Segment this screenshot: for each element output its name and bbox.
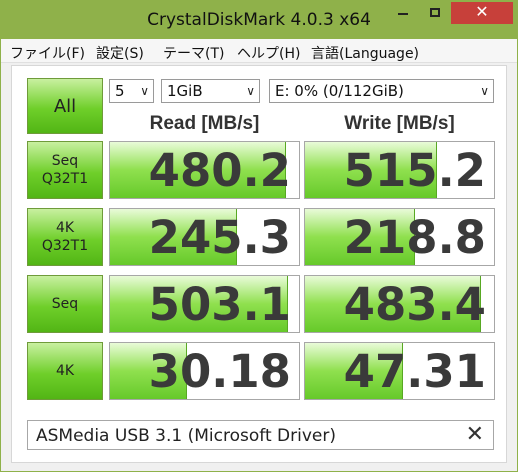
menu-language[interactable]: 言語(Language)	[311, 43, 419, 63]
all-button[interactable]: All	[27, 78, 103, 134]
minimize-button[interactable]	[389, 2, 417, 24]
write-value: 47.31	[343, 345, 486, 398]
4k-q32t1-button[interactable]: 4K Q32T1	[27, 208, 103, 266]
row-label-line1: 4K	[55, 363, 75, 379]
row-label-line2: Q32T1	[41, 238, 89, 254]
result-cell: 503.1	[109, 275, 300, 333]
test-count-select[interactable]: 5 ∨	[109, 79, 154, 103]
write-value: 218.8	[343, 211, 486, 264]
result-cell: 218.8	[304, 208, 495, 266]
menu-theme[interactable]: テーマ(T)	[163, 43, 224, 63]
drive-select[interactable]: E: 0% (0/112GiB) ∨	[269, 79, 494, 103]
read-value: 30.18	[148, 345, 291, 398]
test-size-value: 1GiB	[167, 82, 203, 100]
write-value: 515.2	[343, 144, 486, 197]
chevron-down-icon: ∨	[246, 84, 255, 98]
menu-help[interactable]: ヘルプ(H)	[237, 43, 300, 63]
chevron-down-icon: ∨	[480, 84, 489, 98]
test-count-value: 5	[115, 82, 125, 100]
comment-text: ASMedia USB 3.1 (Microsoft Driver)	[36, 426, 336, 446]
menu-file[interactable]: ファイル(F)	[10, 43, 85, 63]
clear-comment-icon[interactable]: ✕	[466, 422, 484, 447]
write-header: Write [MB/s]	[344, 113, 455, 134]
minimize-icon	[398, 2, 408, 15]
menu-bar: ファイル(F) 設定(S) テーマ(T) ヘルプ(H) 言語(Language)	[1, 39, 517, 63]
write-value: 483.4	[343, 278, 486, 331]
result-cell: 515.2	[304, 141, 495, 199]
comment-field[interactable]: ASMedia USB 3.1 (Microsoft Driver) ✕	[27, 420, 494, 450]
maximize-icon	[430, 8, 440, 17]
read-value: 245.3	[148, 211, 291, 264]
row-label-line1: 4K	[55, 220, 75, 236]
row-label-line1: Seq	[51, 296, 79, 312]
4k-button[interactable]: 4K	[27, 342, 103, 400]
row-label-line1: Seq	[51, 153, 79, 169]
close-icon: ✕	[475, 2, 489, 21]
seq-q32t1-button[interactable]: Seq Q32T1	[27, 141, 103, 199]
read-header: Read [MB/s]	[149, 113, 260, 134]
maximize-button[interactable]	[421, 2, 449, 24]
read-value: 503.1	[148, 278, 291, 331]
chevron-down-icon: ∨	[140, 84, 149, 98]
read-value: 480.2	[148, 144, 291, 197]
drive-value: E: 0% (0/112GiB)	[275, 82, 404, 100]
app-window: CrystalDiskMark 4.0.3 x64 ✕ ファイル(F) 設定(S…	[0, 0, 518, 472]
close-button[interactable]: ✕	[451, 2, 513, 24]
result-cell: 47.31	[304, 342, 495, 400]
title-bar[interactable]: CrystalDiskMark 4.0.3 x64 ✕	[1, 1, 517, 39]
seq-button[interactable]: Seq	[27, 275, 103, 333]
row-label-line2: Q32T1	[41, 171, 89, 187]
result-cell: 483.4	[304, 275, 495, 333]
result-cell: 480.2	[109, 141, 300, 199]
result-cell: 245.3	[109, 208, 300, 266]
result-cell: 30.18	[109, 342, 300, 400]
test-size-select[interactable]: 1GiB ∨	[161, 79, 260, 103]
menu-settings[interactable]: 設定(S)	[96, 43, 144, 63]
